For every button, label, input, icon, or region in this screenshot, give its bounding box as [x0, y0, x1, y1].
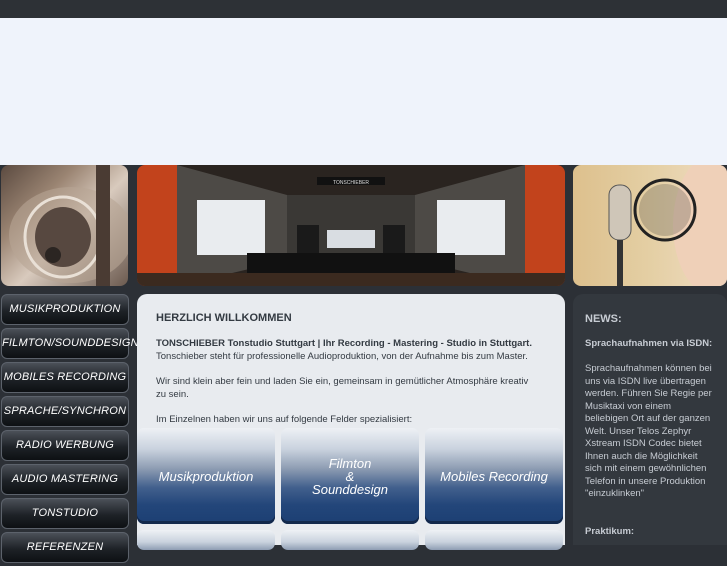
paragraph-2-line-2: zu sein. [156, 389, 189, 400]
tile-label: Mobiles Recording [440, 468, 548, 484]
paragraph-3: Im Einzelnen haben wir uns auf folgende … [156, 414, 413, 425]
news-title: NEWS: [585, 313, 622, 325]
news-item-body: Sprachaufnahmen können bei uns via ISDN … [585, 363, 712, 499]
nav-item-referenzen[interactable]: REFERENZEN [1, 532, 129, 563]
nav-item-tonstudio[interactable]: TONSTUDIO [1, 498, 129, 529]
tile-row2-1[interactable] [137, 530, 275, 550]
nav-item-filmton-sounddesign[interactable]: FILMTON/SOUNDDESIGN [1, 328, 139, 359]
news-item-heading: Sprachaufnahmen via ISDN: [585, 338, 713, 349]
nav-item-mobiles-recording[interactable]: MOBILES RECORDING [1, 362, 129, 393]
nav-item-radio-werbung[interactable]: RADIO WERBUNG [1, 430, 129, 461]
paragraph-2-line-1: Wir sind klein aber fein und laden Sie e… [156, 376, 529, 387]
tile-label-line3: Sounddesign [312, 481, 388, 497]
nav-item-sprache-synchron[interactable]: SPRACHE/SYNCHRON [1, 396, 129, 427]
tile-filmton-sounddesign[interactable]: Filmton & Sounddesign [281, 428, 419, 524]
nav-item-musikproduktion[interactable]: MUSIKPRODUKTION [1, 294, 129, 325]
top-band [0, 0, 727, 18]
news-panel: NEWS: Sprachaufnahmen via ISDN: Sprachau… [573, 294, 727, 545]
tile-label-line2: & [345, 468, 355, 484]
main-navigation: MUSIKPRODUKTION FILMTON/SOUNDDESIGN MOBI… [1, 294, 139, 566]
singer-illustration [608, 165, 727, 286]
news-item-heading-2: Praktikum: [585, 526, 635, 537]
microphone-illustration [9, 165, 128, 286]
intro-bold-text: TONSCHIEBER Tonstudio Stuttgart | Ihr Re… [156, 338, 536, 351]
tile-row2-2[interactable] [281, 530, 419, 550]
tile-label: Musikproduktion [158, 468, 254, 484]
studio-illustration: TONSCHIEBER [137, 165, 565, 286]
tile-label-line1: Filmton [328, 455, 372, 471]
studio-sign: TONSCHIEBER [333, 180, 369, 186]
tile-musikproduktion[interactable]: Musikproduktion [137, 428, 275, 524]
studio-photo: TONSCHIEBER [137, 165, 565, 286]
tile-mobiles-recording[interactable]: Mobiles Recording [425, 428, 563, 524]
intro-bold: TONSCHIEBER Tonstudio Stuttgart | Ihr Re… [156, 338, 532, 349]
page-title: HERZLICH WILLKOMMEN [156, 312, 292, 324]
singer-photo [573, 165, 727, 286]
tile-row2-3[interactable] [425, 530, 563, 550]
nav-item-audio-mastering[interactable]: AUDIO MASTERING [1, 464, 129, 495]
header-banner [0, 18, 727, 165]
microphone-photo [1, 165, 128, 286]
intro-text: Tonschieber steht für professionelle Aud… [156, 351, 528, 362]
